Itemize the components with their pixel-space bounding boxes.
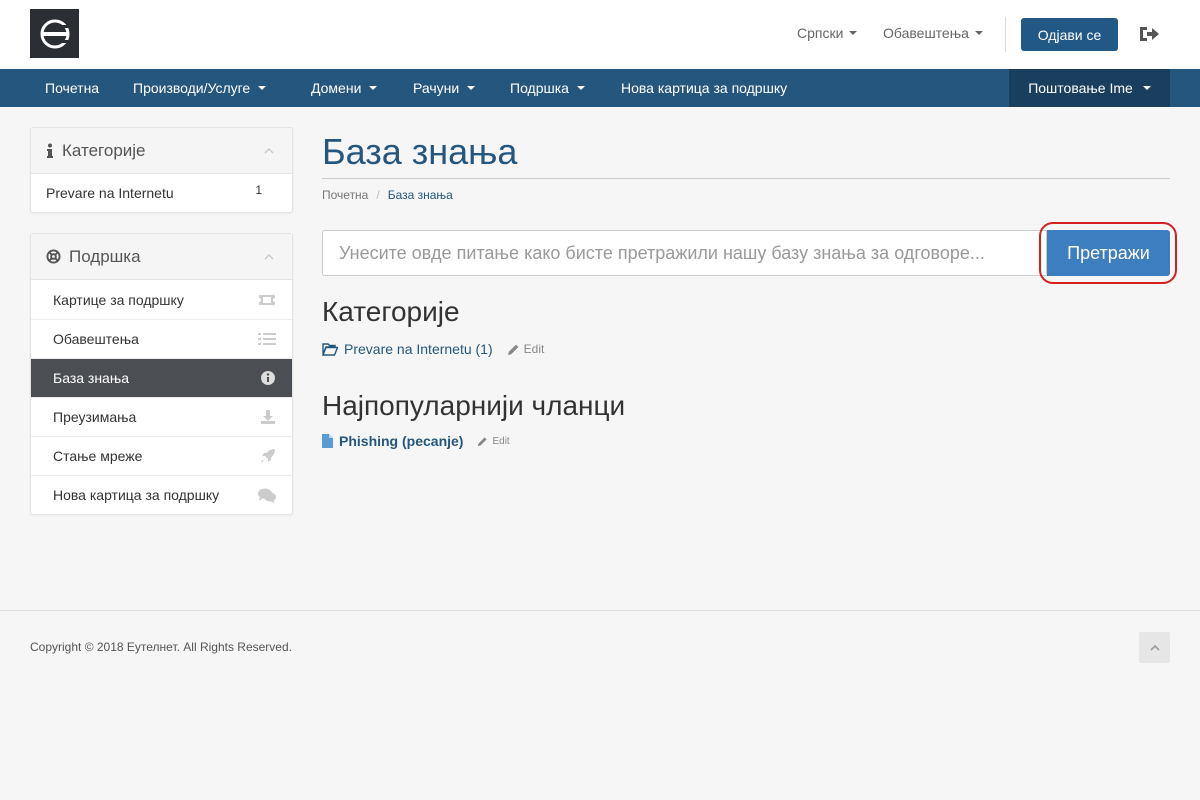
categories-panel-title: Категорије	[62, 140, 146, 160]
rocket-icon	[261, 449, 275, 463]
sidebar-item-label: Обавештења	[53, 331, 139, 347]
ticket-icon	[259, 294, 275, 305]
file-icon	[322, 434, 333, 448]
breadcrumb-current[interactable]: База знања	[388, 188, 453, 202]
categories-panel: Категорије Prevare na Internetu 1	[30, 127, 293, 213]
chevron-down-icon	[258, 86, 267, 90]
nav-new-ticket-label: Нова картица за подршку	[621, 80, 788, 96]
nav-products-label: Производи/Услуге	[133, 80, 251, 96]
popular-articles-heading: Најпопуларнији чланци	[322, 390, 626, 421]
folder-open-icon	[322, 342, 338, 356]
nav-support-label: Подршка	[510, 80, 569, 96]
nav-home-label: Почетна	[45, 80, 100, 96]
chevron-up-icon[interactable]	[264, 146, 274, 156]
back-to-top-button[interactable]	[1139, 632, 1170, 663]
category-count-badge: 1	[255, 183, 262, 197]
article-list-item: Phishing (pecanje) Edit	[322, 433, 510, 449]
pencil-icon	[507, 344, 519, 355]
nav-billing-label: Рачуни	[413, 80, 460, 96]
edit-article-link[interactable]: Edit	[477, 435, 510, 447]
chevron-up-icon	[1149, 644, 1160, 651]
categories-panel-header[interactable]: Категорије	[31, 128, 292, 174]
nav-billing[interactable]: Рачуни	[413, 69, 476, 107]
chevron-down-icon	[369, 86, 378, 90]
sidebar-item-label: База знања	[53, 370, 130, 386]
list-icon	[258, 333, 276, 345]
support-panel-title: Подршка	[69, 246, 141, 266]
category-list-item: Prevare na Internetu (1) Edit	[322, 341, 544, 357]
account-label: Поштовање Ime	[1028, 80, 1133, 96]
sidebar-item-new-ticket[interactable]: Нова картица за подршку	[31, 475, 292, 514]
title-divider	[322, 178, 1170, 179]
sign-out-icon[interactable]	[1138, 24, 1160, 44]
header: Српски Обавештења Одјави се	[0, 0, 1200, 69]
sidebar-item-announcements[interactable]: Обавештења	[31, 319, 292, 358]
nav-products[interactable]: Производи/Услуге	[133, 69, 267, 107]
breadcrumb-home[interactable]: Почетна	[322, 188, 368, 202]
category-item-label: Prevare na Internetu	[46, 185, 174, 201]
sidebar-item-label: Нова картица за подршку	[53, 487, 220, 503]
nav-home[interactable]: Почетна	[45, 69, 99, 107]
header-divider	[1005, 17, 1006, 52]
sidebar-item-network-status[interactable]: Стање мреже	[31, 436, 292, 475]
account-dropdown[interactable]: Поштовање Ime	[1009, 69, 1170, 107]
highlight-annotation	[1039, 222, 1177, 284]
category-link[interactable]: Prevare na Internetu (1)	[344, 341, 493, 357]
edit-label: Edit	[492, 435, 510, 447]
sidebar-item-tickets[interactable]: Картице за подршку	[31, 280, 292, 319]
copyright-text: Copyright © 2018 Еутелнет. All Rights Re…	[30, 640, 292, 654]
support-panel-header[interactable]: Подршка	[31, 234, 292, 280]
search-input[interactable]	[322, 230, 1047, 276]
chevron-down-icon	[1142, 86, 1151, 90]
pencil-icon	[478, 436, 488, 446]
footer: Copyright © 2018 Еутелнет. All Rights Re…	[0, 610, 1200, 800]
sidebar-item-downloads[interactable]: Преузимања	[31, 397, 292, 436]
sidebar-item-knowledgebase[interactable]: База знања	[31, 358, 292, 397]
notifications-label: Обавештења	[883, 25, 969, 41]
chevron-down-icon	[576, 86, 585, 90]
language-dropdown[interactable]: Српски	[797, 25, 858, 41]
chevron-down-icon	[467, 86, 476, 90]
category-item[interactable]: Prevare na Internetu 1	[31, 174, 292, 212]
logout-button[interactable]: Одјави се	[1021, 18, 1118, 51]
edit-label: Edit	[523, 342, 545, 356]
notifications-dropdown[interactable]: Обавештења	[883, 25, 983, 41]
language-label: Српски	[797, 25, 844, 41]
main-navbar: Почетна Производи/Услуге Домени Рачуни П…	[0, 69, 1200, 107]
life-ring-icon	[46, 249, 61, 264]
info-circle-icon	[261, 371, 275, 385]
sidebar-item-label: Преузимања	[53, 409, 137, 425]
brand-logo-icon[interactable]	[30, 9, 79, 58]
page-title: База знања	[322, 131, 518, 172]
breadcrumb-separator: /	[376, 188, 380, 202]
comments-icon	[258, 488, 276, 503]
nav-support[interactable]: Подршка	[510, 69, 585, 107]
nav-domains[interactable]: Домени	[311, 69, 378, 107]
support-panel: Подршка Картице за подршку Обавештења Ба…	[30, 233, 293, 515]
sidebar-item-label: Стање мреже	[53, 448, 143, 464]
nav-new-ticket[interactable]: Нова картица за подршку	[621, 69, 787, 107]
nav-domains-label: Домени	[311, 80, 362, 96]
breadcrumb: Почетна / База знања	[322, 188, 453, 202]
chevron-down-icon	[974, 31, 983, 35]
info-icon	[46, 143, 54, 159]
download-icon	[261, 410, 275, 424]
edit-category-link[interactable]: Edit	[507, 342, 545, 356]
categories-heading: Категорије	[322, 296, 460, 327]
sidebar-item-label: Картице за подршку	[53, 291, 184, 308]
chevron-down-icon	[849, 31, 858, 35]
chevron-up-icon[interactable]	[264, 252, 274, 262]
support-menu: Картице за подршку Обавештења База знања…	[31, 280, 292, 514]
article-link[interactable]: Phishing (pecanje)	[339, 433, 463, 449]
